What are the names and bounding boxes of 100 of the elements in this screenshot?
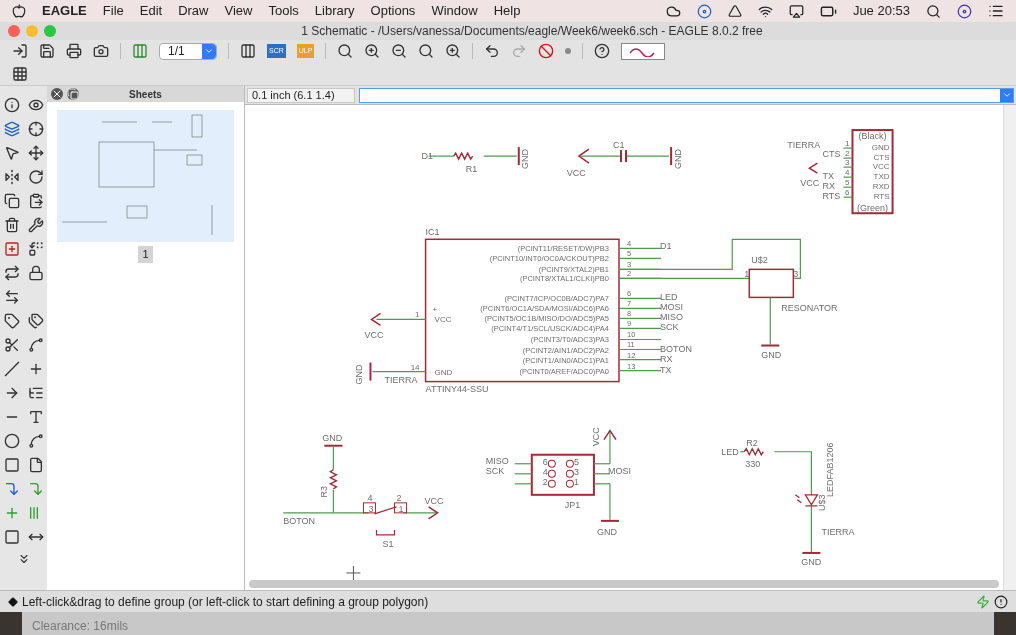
flip-icon[interactable] <box>3 169 20 185</box>
menu-item[interactable]: Window <box>431 1 478 21</box>
apple-icon[interactable] <box>12 4 26 18</box>
alert-icon[interactable] <box>994 594 1008 609</box>
corner-icon[interactable] <box>27 481 44 497</box>
net-label: LED <box>721 446 739 457</box>
net-label: TIERRA <box>821 526 855 537</box>
wire <box>514 473 533 475</box>
scissors-icon[interactable] <box>3 337 20 353</box>
connector-label: (Green) <box>857 203 889 214</box>
crosshair-icon[interactable] <box>27 121 44 137</box>
menu-item[interactable]: Options <box>370 1 416 21</box>
clock[interactable]: Jue 20:53 <box>852 1 910 21</box>
clearance-text: Clearance: 16mils <box>32 618 129 635</box>
net-label: 3 <box>793 269 799 280</box>
repeat-icon[interactable] <box>3 265 20 281</box>
tag-icon[interactable] <box>3 313 20 329</box>
connector-label: (Black) <box>858 131 887 142</box>
grid-icon[interactable] <box>12 65 28 82</box>
net-label: LED <box>660 292 678 303</box>
close-panel-icon[interactable] <box>51 88 63 100</box>
undo-icon[interactable] <box>484 43 501 59</box>
net-label: 3 <box>368 503 374 514</box>
sheet-thumbnail[interactable] <box>57 110 234 242</box>
layers-icon[interactable] <box>3 121 20 137</box>
menu-item[interactable]: View <box>224 1 253 21</box>
sheet-select[interactable]: 1/1 <box>159 42 217 60</box>
columns-icon[interactable] <box>240 43 256 59</box>
wifi-icon[interactable] <box>757 3 773 19</box>
wire <box>842 147 854 149</box>
cloud-icon[interactable] <box>665 3 681 19</box>
trash-icon[interactable] <box>3 217 20 233</box>
wire <box>428 155 455 157</box>
zoom-out-icon[interactable] <box>391 43 408 59</box>
corner-icon[interactable] <box>3 481 20 497</box>
zoom-in-icon[interactable] <box>364 43 381 59</box>
menu-item[interactable]: Edit <box>139 1 163 21</box>
horizontal-scrollbar[interactable] <box>249 580 999 588</box>
zoom-menu-icon[interactable] <box>445 43 462 59</box>
zoom-select-icon[interactable] <box>418 43 435 59</box>
wire <box>618 297 662 299</box>
list-icon[interactable] <box>27 385 44 401</box>
move-icon[interactable] <box>27 145 44 161</box>
menu-item[interactable]: Draw <box>178 1 209 21</box>
menu-item[interactable]: Tools <box>268 1 299 21</box>
list-icon[interactable] <box>988 3 1004 19</box>
command-field[interactable] <box>359 87 1014 103</box>
net-label: VCC <box>590 427 601 447</box>
zoom-fit-icon[interactable] <box>337 43 354 59</box>
square-plus-icon[interactable] <box>3 241 20 257</box>
arc-icon[interactable] <box>27 433 44 449</box>
swap-icon[interactable] <box>3 289 20 305</box>
ground-symbol <box>323 444 344 447</box>
pin-number: 5 <box>845 178 850 188</box>
vertical-scrollbar[interactable] <box>1003 105 1016 590</box>
replace-icon[interactable] <box>27 241 44 257</box>
print-icon[interactable] <box>66 43 82 59</box>
net-label: 6 <box>542 456 548 467</box>
stop-icon[interactable] <box>538 43 555 59</box>
resistor-symbol <box>743 447 764 457</box>
frame-icon[interactable] <box>3 529 20 545</box>
lock-icon[interactable] <box>27 265 44 281</box>
search-icon[interactable] <box>926 3 941 19</box>
net-label: MOSI <box>607 465 631 476</box>
paste-icon[interactable] <box>27 193 44 209</box>
curve-icon[interactable] <box>27 337 44 353</box>
net-label: 1 <box>398 503 404 514</box>
net-label: 4 <box>367 492 373 503</box>
net-label: D1 <box>660 241 672 252</box>
triangle-icon[interactable] <box>727 4 742 18</box>
save-icon[interactable] <box>39 43 55 59</box>
help-icon[interactable] <box>594 43 611 59</box>
menu-item[interactable]: Library <box>314 1 355 21</box>
wire <box>626 155 670 157</box>
airplay-icon[interactable] <box>788 3 804 19</box>
net-label: GND <box>673 149 684 170</box>
tags-icon[interactable] <box>27 313 44 329</box>
app-menu[interactable]: EAGLE <box>42 1 87 21</box>
polygon-icon[interactable] <box>27 457 44 473</box>
square-icon[interactable] <box>3 457 20 473</box>
detach-panel-icon[interactable] <box>67 88 79 100</box>
disc-icon[interactable] <box>696 3 712 19</box>
board-switch-icon[interactable] <box>132 43 148 59</box>
eye-icon[interactable] <box>27 97 44 113</box>
camera-icon[interactable] <box>93 43 109 59</box>
led-symbol <box>794 494 819 507</box>
logo-button[interactable] <box>621 42 666 60</box>
sheet-number[interactable]: 1 <box>138 246 153 263</box>
rotate-icon[interactable] <box>27 169 44 185</box>
wire <box>618 317 662 320</box>
text-icon[interactable] <box>27 409 44 425</box>
info-icon[interactable] <box>3 97 20 113</box>
slash-icon[interactable] <box>3 361 20 377</box>
copy-icon[interactable] <box>3 193 20 209</box>
cursor-icon[interactable] <box>3 145 20 161</box>
circle-icon[interactable] <box>3 433 20 449</box>
menu-item[interactable]: Help <box>493 1 521 21</box>
wrench-icon[interactable] <box>27 217 44 233</box>
open-icon[interactable] <box>12 43 28 59</box>
menu-item[interactable]: File <box>102 1 124 21</box>
